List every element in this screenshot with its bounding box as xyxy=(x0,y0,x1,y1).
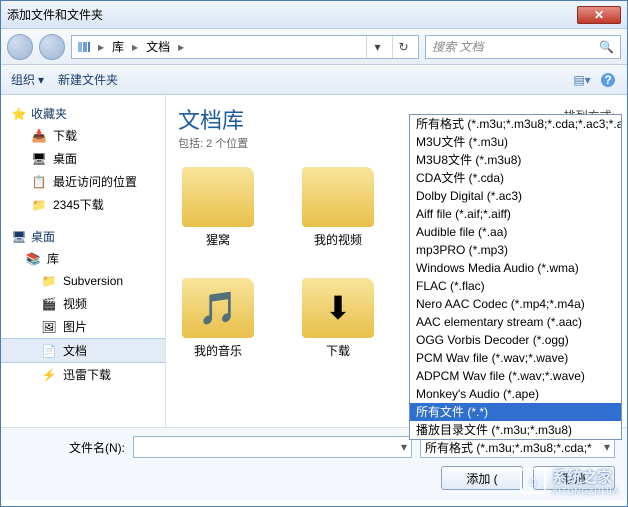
sidebar-item-videos[interactable]: 🎬视频 xyxy=(1,292,165,315)
title-bar: 添加文件和文件夹 ✕ xyxy=(1,1,627,29)
filetype-option[interactable]: mp3PRO (*.mp3) xyxy=(410,241,621,259)
star-icon: ⭐ xyxy=(11,106,27,122)
chevron-right-icon: ▸ xyxy=(96,40,106,54)
chevron-down-icon[interactable]: ▾ xyxy=(401,440,407,454)
video-icon: 🎬 xyxy=(41,296,57,312)
download-icon: ⚡ xyxy=(41,367,57,383)
filetype-option[interactable]: PCM Wav file (*.wav;*.wave) xyxy=(410,349,621,367)
chevron-right-icon: ▸ xyxy=(176,40,186,54)
chevron-down-icon: ▾ xyxy=(38,73,44,87)
filetype-option[interactable]: CDA文件 (*.cda) xyxy=(410,169,621,187)
search-input[interactable]: 搜索 文档 🔍 xyxy=(425,35,621,59)
cancel-button[interactable]: 取消 xyxy=(533,466,615,490)
close-button[interactable]: ✕ xyxy=(577,6,621,24)
sidebar-item-documents[interactable]: 📄文档 xyxy=(1,338,165,363)
library-subtitle: 包括: 2 个位置 xyxy=(178,135,248,151)
chevron-down-icon: ▾ xyxy=(604,440,610,454)
new-folder-button[interactable]: 新建文件夹 xyxy=(58,71,118,88)
filetype-option[interactable]: FLAC (*.flac) xyxy=(410,277,621,295)
breadcrumb-library[interactable]: 库 xyxy=(110,38,126,55)
filename-input[interactable]: ▾ xyxy=(133,436,412,458)
folder-icon: 📁 xyxy=(41,273,57,289)
filetype-option[interactable]: 所有文件 (*.*) xyxy=(410,403,621,421)
search-icon[interactable]: 🔍 xyxy=(599,40,614,54)
filetype-option[interactable]: 所有格式 (*.m3u;*.m3u8;*.cda;*.ac3;*.aif xyxy=(410,115,621,133)
sidebar-item-libraries[interactable]: 📚库 xyxy=(1,247,165,270)
sidebar-item-thunder[interactable]: ⚡迅雷下载 xyxy=(1,363,165,386)
picture-icon: 🖼 xyxy=(41,319,57,335)
sidebar-item-pictures[interactable]: 🖼图片 xyxy=(1,315,165,338)
sidebar-item-2345download[interactable]: 📁2345下载 xyxy=(1,193,165,216)
close-icon: ✕ xyxy=(594,8,604,22)
open-button[interactable]: 添加 ( xyxy=(441,466,523,490)
desktop-icon: 🖥 xyxy=(31,151,47,167)
file-item[interactable]: 我的视频 xyxy=(298,167,378,248)
filetype-option[interactable]: OGG Vorbis Decoder (*.ogg) xyxy=(410,331,621,349)
view-options-button[interactable]: ▤▾ xyxy=(573,71,591,89)
search-placeholder: 搜索 文档 xyxy=(432,38,483,55)
download-icon: 📥 xyxy=(31,128,47,144)
address-bar[interactable]: ▸ 库 ▸ 文档 ▸ ▾ ↻ xyxy=(71,35,419,59)
filetype-option[interactable]: AAC elementary stream (*.aac) xyxy=(410,313,621,331)
breadcrumb-documents[interactable]: 文档 xyxy=(144,38,172,55)
sidebar-item-subversion[interactable]: 📁Subversion xyxy=(1,270,165,292)
back-button[interactable] xyxy=(7,34,33,60)
sidebar-item-downloads[interactable]: 📥下载 xyxy=(1,124,165,147)
filetype-option[interactable]: M3U8文件 (*.m3u8) xyxy=(410,151,621,169)
refresh-button[interactable]: ↻ xyxy=(392,36,414,58)
library-title: 文档库 xyxy=(178,103,248,135)
filetype-option[interactable]: 播放目录文件 (*.m3u;*.m3u8) xyxy=(410,421,621,439)
filetype-option[interactable]: ADPCM Wav file (*.wav;*.wave) xyxy=(410,367,621,385)
filetype-option[interactable]: Aiff file (*.aif;*.aiff) xyxy=(410,205,621,223)
address-dropdown[interactable]: ▾ xyxy=(366,36,388,58)
library-icon: 📚 xyxy=(25,251,41,267)
file-item[interactable]: 猩窝 xyxy=(178,167,258,248)
filetype-dropdown[interactable]: 所有格式 (*.m3u;*.m3u8;*.cda;*.ac3;*.aifM3U文… xyxy=(409,114,622,440)
file-item[interactable]: 🎵我的音乐 xyxy=(178,278,258,359)
library-icon xyxy=(76,39,92,55)
nav-bar: ▸ 库 ▸ 文档 ▸ ▾ ↻ 搜索 文档 🔍 xyxy=(1,29,627,65)
sidebar: ⭐ 收藏夹 📥下载 🖥桌面 📋最近访问的位置 📁2345下载 🖥 桌面 📚库 📁… xyxy=(1,95,166,427)
filetype-option[interactable]: Nero AAC Codec (*.mp4;*.m4a) xyxy=(410,295,621,313)
sidebar-item-recent[interactable]: 📋最近访问的位置 xyxy=(1,170,165,193)
toolbar: 组织 ▾ 新建文件夹 ▤▾ ? xyxy=(1,65,627,95)
recent-icon: 📋 xyxy=(31,174,47,190)
filetype-option[interactable]: M3U文件 (*.m3u) xyxy=(410,133,621,151)
folder-icon: 📁 xyxy=(31,197,47,213)
filetype-option[interactable]: Audible file (*.aa) xyxy=(410,223,621,241)
organize-menu[interactable]: 组织 ▾ xyxy=(11,71,44,88)
sidebar-favorites-header[interactable]: ⭐ 收藏夹 xyxy=(1,103,165,124)
svg-text:?: ? xyxy=(604,73,611,87)
filetype-option[interactable]: Monkey's Audio (*.ape) xyxy=(410,385,621,403)
desktop-icon: 🖥 xyxy=(11,229,27,245)
document-icon: 📄 xyxy=(41,343,57,359)
window-title: 添加文件和文件夹 xyxy=(7,6,103,23)
filetype-option[interactable]: Windows Media Audio (*.wma) xyxy=(410,259,621,277)
filename-label: 文件名(N): xyxy=(13,439,125,456)
file-item[interactable]: ⬇下载 xyxy=(298,278,378,359)
forward-button[interactable] xyxy=(39,34,65,60)
chevron-right-icon: ▸ xyxy=(130,40,140,54)
sidebar-item-desktop[interactable]: 🖥桌面 xyxy=(1,147,165,170)
filetype-option[interactable]: Dolby Digital (*.ac3) xyxy=(410,187,621,205)
sidebar-desktop-header[interactable]: 🖥 桌面 xyxy=(1,226,165,247)
help-button[interactable]: ? xyxy=(599,71,617,89)
